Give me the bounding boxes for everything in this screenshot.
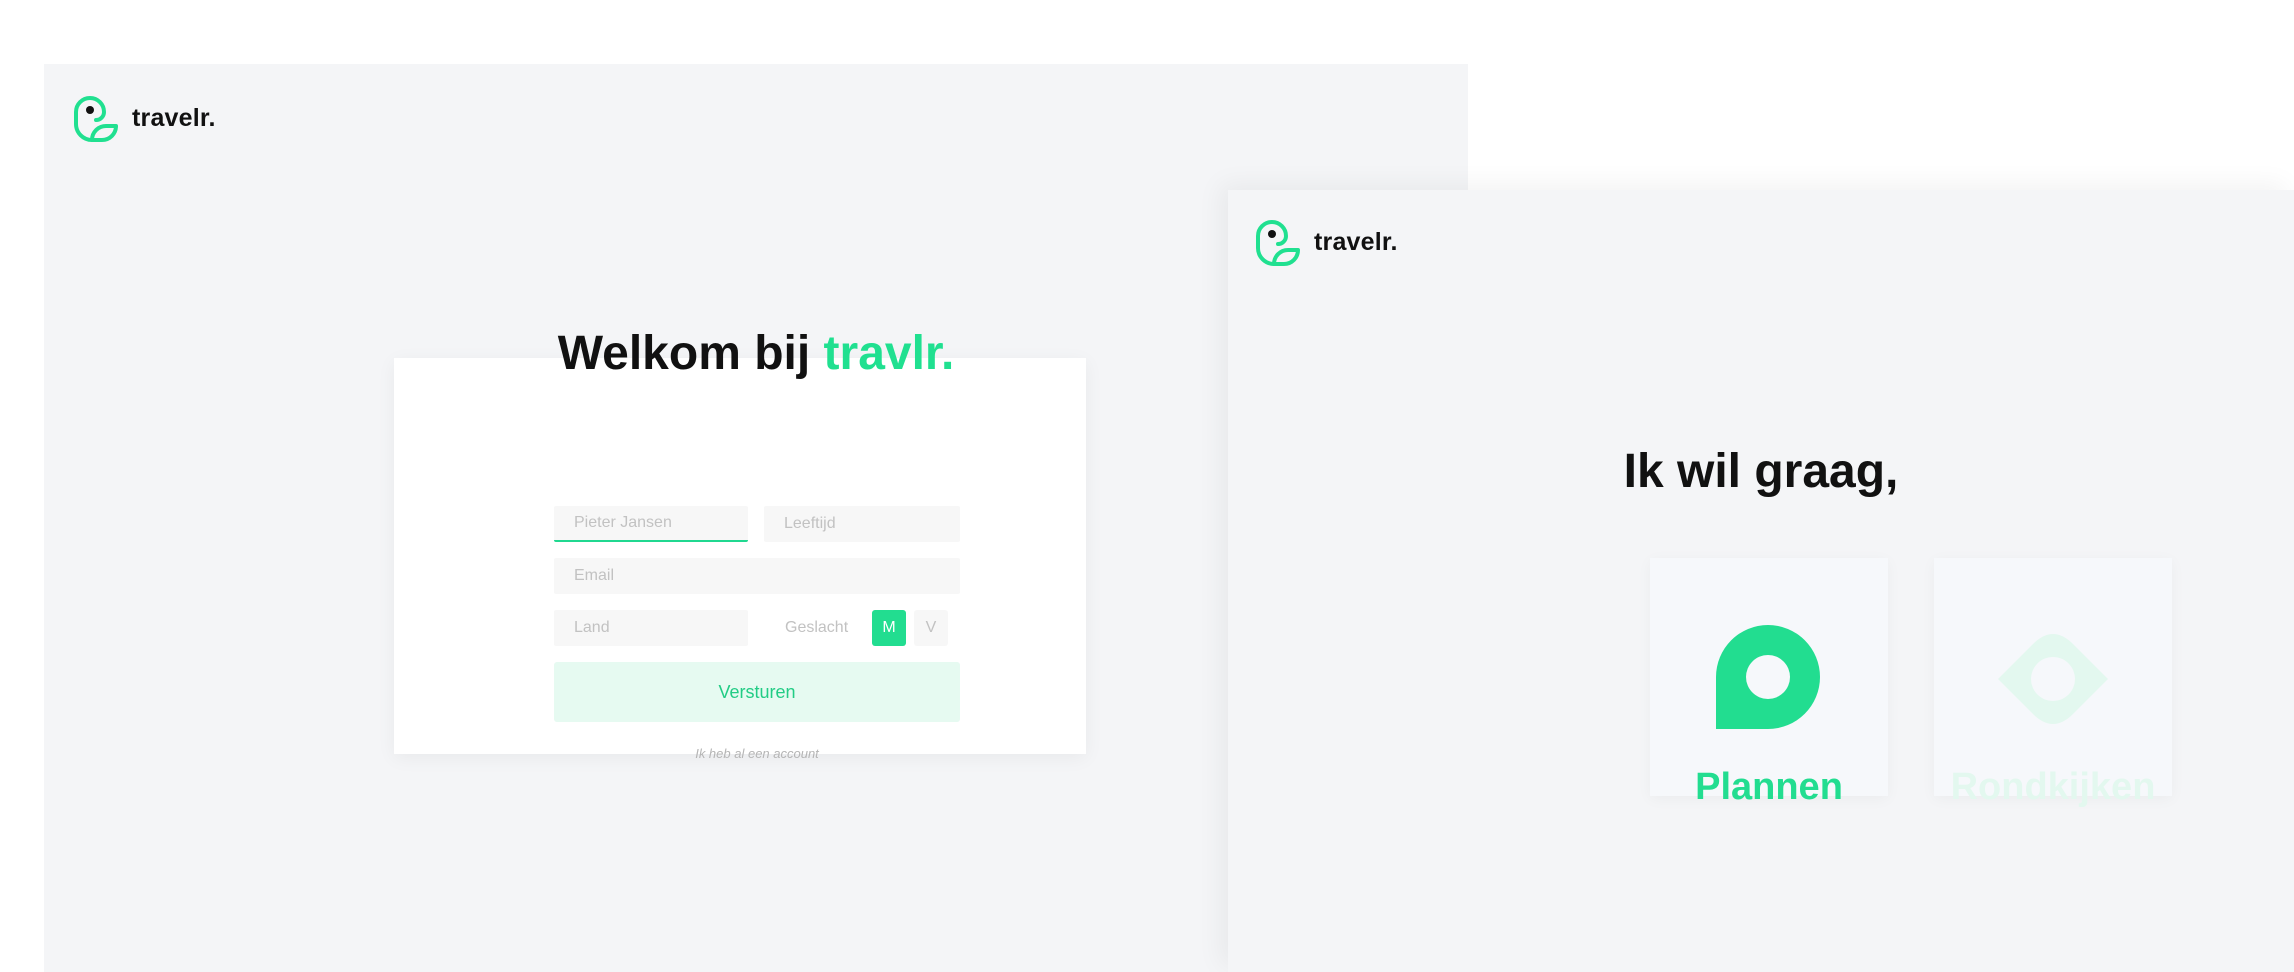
plan-option-card[interactable]: Plannen — [1650, 558, 1888, 808]
gender-label: Geslacht — [785, 619, 849, 636]
signup-form-card: Geslacht M V Versturen Ik heb al een acc… — [394, 358, 1086, 761]
brand-header[interactable]: travelr. — [72, 94, 216, 142]
bird-logo-icon — [1256, 220, 1300, 266]
brand-name: travelr. — [1314, 227, 1398, 256]
choice-title: Ik wil graag, — [1623, 445, 1899, 498]
brand-name: travelr. — [132, 103, 216, 132]
map-pin-icon — [1716, 625, 1820, 729]
browse-option-label: Rondkijken — [1950, 766, 2156, 808]
welcome-title-brand: travlr. — [823, 327, 955, 380]
name-field[interactable] — [554, 506, 748, 542]
submit-button[interactable]: Versturen — [554, 662, 960, 722]
existing-account-link[interactable]: Ik heb al een account — [554, 746, 960, 761]
choice-screen: travelr. Ik wil graag, Plannen Rondkijke… — [1228, 190, 2294, 972]
welcome-title: Welkom bij travlr. — [44, 326, 1468, 381]
eye-icon — [1998, 634, 2108, 724]
bird-logo-icon — [74, 96, 118, 142]
welcome-title-prefix: Welkom bij — [557, 327, 824, 380]
browse-option-card[interactable]: Rondkijken — [1934, 558, 2172, 808]
age-field[interactable] — [764, 506, 960, 542]
gender-v-button[interactable]: V — [914, 610, 948, 646]
plan-option-label: Plannen — [1695, 766, 1843, 808]
country-field[interactable] — [554, 610, 748, 646]
email-field[interactable] — [554, 558, 960, 594]
brand-header[interactable]: travelr. — [1254, 218, 1398, 266]
gender-m-button[interactable]: M — [872, 610, 906, 646]
